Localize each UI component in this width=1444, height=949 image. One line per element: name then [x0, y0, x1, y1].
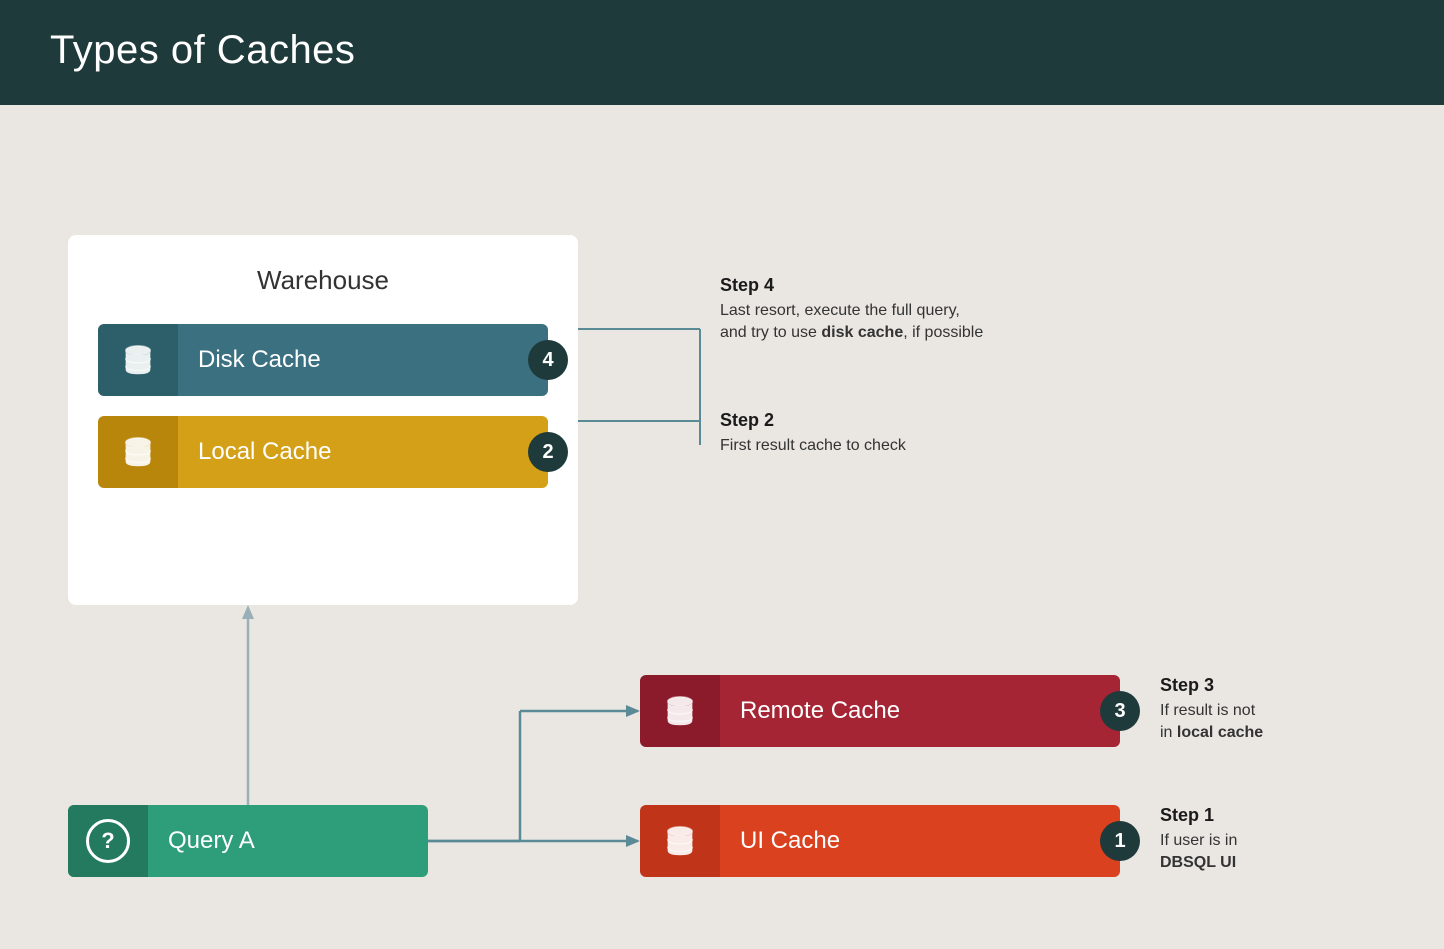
local-cache-db-icon	[119, 433, 157, 471]
step4-text2: and try to use disk cache, if possible	[720, 324, 983, 341]
header: Types of Caches	[0, 0, 1444, 105]
disk-cache-icon	[98, 324, 178, 396]
query-box: ? Query A	[68, 805, 428, 877]
step3-title: Step 3	[1160, 675, 1263, 696]
ui-cache-db-icon	[661, 822, 699, 860]
step1-line1: If user is in	[1160, 832, 1237, 849]
disk-cache-label: Disk Cache	[178, 324, 548, 396]
step4-text: Last resort, execute the full query, and…	[720, 300, 983, 345]
step4-bold: disk cache	[821, 324, 903, 341]
main-content: Warehouse Disk Cache 4	[0, 105, 1444, 949]
step2-title: Step 2	[720, 410, 906, 431]
step1-label: Step 1 If user is in DBSQL UI	[1160, 805, 1237, 875]
remote-cache-label: Remote Cache	[720, 675, 1120, 747]
step3-label: Step 3 If result is not in local cache	[1160, 675, 1263, 745]
step3-line1: If result is not	[1160, 702, 1255, 719]
step2-text: First result cache to check	[720, 435, 906, 457]
local-cache-icon	[98, 416, 178, 488]
ui-cache-number: 1	[1100, 821, 1140, 861]
local-cache-label: Local Cache	[178, 416, 548, 488]
query-label: Query A	[148, 827, 255, 855]
query-icon: ?	[68, 805, 148, 877]
local-cache-number: 2	[528, 432, 568, 472]
step3-text: If result is not in local cache	[1160, 700, 1263, 745]
remote-cache-number: 3	[1100, 691, 1140, 731]
step4-label: Step 4 Last resort, execute the full que…	[720, 275, 983, 345]
remote-cache-bar: Remote Cache 3	[640, 675, 1120, 747]
step2-label: Step 2 First result cache to check	[720, 410, 906, 457]
ui-cache-label: UI Cache	[720, 805, 1120, 877]
page-title: Types of Caches	[50, 28, 1394, 73]
local-cache-bar: Local Cache 2	[98, 416, 548, 488]
warehouse-box: Warehouse Disk Cache 4	[68, 235, 578, 605]
step1-title: Step 1	[1160, 805, 1237, 826]
step4-title: Step 4	[720, 275, 983, 296]
remote-cache-icon	[640, 675, 720, 747]
remote-cache-db-icon	[661, 692, 699, 730]
query-question-icon: ?	[86, 819, 130, 863]
disk-cache-db-icon	[119, 341, 157, 379]
disk-cache-number: 4	[528, 340, 568, 380]
step3-bold: local cache	[1177, 724, 1263, 741]
ui-cache-bar: UI Cache 1	[640, 805, 1120, 877]
step1-text: If user is in DBSQL UI	[1160, 830, 1237, 875]
step1-bold: DBSQL UI	[1160, 854, 1236, 871]
disk-cache-bar: Disk Cache 4	[98, 324, 548, 396]
step3-line2: in local cache	[1160, 724, 1263, 741]
warehouse-label: Warehouse	[98, 265, 548, 296]
ui-cache-icon	[640, 805, 720, 877]
